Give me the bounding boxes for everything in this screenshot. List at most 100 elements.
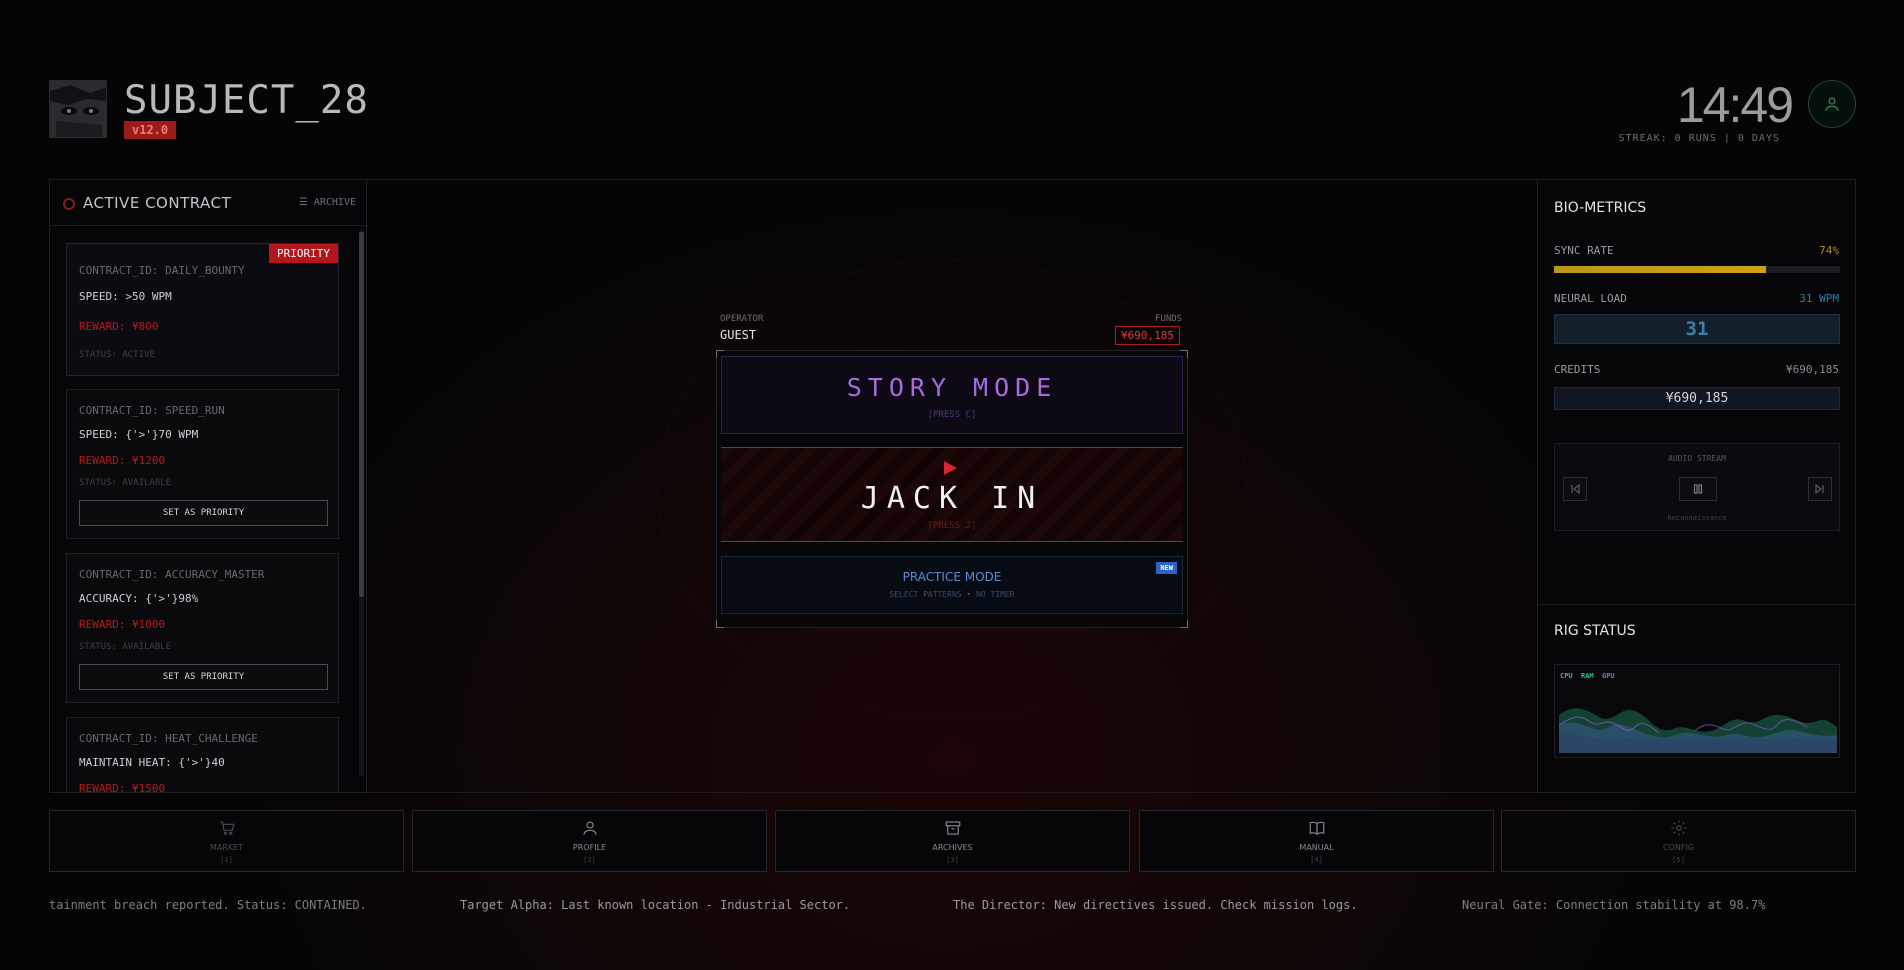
biometrics-panel: BIO-METRICS SYNC RATE 74% NEURAL LOAD 31… <box>1537 179 1856 793</box>
sync-rate-bar <box>1554 266 1840 273</box>
contracts-scrollbar[interactable] <box>359 230 364 776</box>
previous-track-button[interactable] <box>1563 477 1587 501</box>
contract-reward: REWARD: ¥800 <box>79 320 159 333</box>
version-badge: v12.0 <box>124 121 177 139</box>
nav-label: MARKET <box>209 843 244 852</box>
archive-label: ARCHIVE <box>313 197 356 208</box>
story-mode-label: STORY MODE <box>846 373 1058 402</box>
nav-archives[interactable]: ARCHIVES [3] <box>775 810 1130 872</box>
neural-load-label: NEURAL LOAD <box>1554 292 1627 305</box>
set-priority-button[interactable]: SET AS PRIORITY <box>79 664 328 690</box>
nav-key: [3] <box>946 856 959 864</box>
corner-mark <box>716 620 724 628</box>
header: SUBJECT_28 v12.0 14:49 STREAK: 0 RUNS | … <box>49 77 1856 150</box>
story-mode-key: [PRESS C] <box>927 410 977 420</box>
ticker-item: Target Alpha: Last known location - Indu… <box>460 898 851 912</box>
user-profile-button[interactable] <box>1808 80 1856 128</box>
practice-mode-label: PRACTICE MODE <box>902 570 1002 584</box>
contract-requirement: SPEED: >50 WPM <box>79 290 172 303</box>
book-icon <box>1309 821 1324 836</box>
contracts-title: ACTIVE CONTRACT <box>83 194 232 212</box>
contract-reward: REWARD: ¥1500 <box>79 782 166 793</box>
rig-waveform <box>1558 708 1837 753</box>
nav-manual[interactable]: MANUAL [4] <box>1139 810 1494 872</box>
funds-value: ¥690,185 <box>1115 326 1180 345</box>
contract-id: CONTRACT_ID: DAILY_BOUNTY <box>79 264 245 277</box>
nav-key: [4] <box>1310 856 1323 864</box>
contract-card-heat-challenge: CONTRACT_ID: HEAT_CHALLENGE MAINTAIN HEA… <box>66 717 339 793</box>
nav-key: [5] <box>1672 856 1685 864</box>
operator-label: OPERATOR <box>720 314 764 324</box>
jack-in-key: [PRESS J] <box>927 521 977 531</box>
practice-mode-button[interactable]: NEW PRACTICE MODE SELECT PATTERNS • NO T… <box>721 556 1183 614</box>
contract-requirement: SPEED: {'>'}70 WPM <box>79 428 199 441</box>
subject-avatar <box>49 80 107 138</box>
contract-card-accuracy-master: CONTRACT_ID: ACCURACY_MASTER ACCURACY: {… <box>66 553 339 703</box>
sync-rate-label: SYNC RATE <box>1554 244 1614 257</box>
next-track-button[interactable] <box>1808 477 1832 501</box>
jack-in-label: JACK IN <box>860 481 1044 516</box>
nav-market[interactable]: MARKET [1] <box>49 810 404 872</box>
credits-value: ¥690,185 <box>1786 363 1839 376</box>
contract-id: CONTRACT_ID: ACCURACY_MASTER <box>79 568 265 581</box>
news-ticker: tainment breach reported. Status: CONTAI… <box>49 898 1856 916</box>
contract-status: STATUS: AVAILABLE <box>79 642 172 652</box>
contract-card-daily-bounty[interactable]: PRIORITY CONTRACT_ID: DAILY_BOUNTY SPEED… <box>66 243 339 376</box>
contract-reward: REWARD: ¥1200 <box>79 454 166 467</box>
track-name: Reconnaissance <box>1667 514 1727 522</box>
set-priority-button[interactable]: SET AS PRIORITY <box>79 500 328 526</box>
app-title: SUBJECT_28 <box>124 78 369 123</box>
divider <box>1538 604 1855 605</box>
contract-id: CONTRACT_ID: SPEED_RUN <box>79 404 225 417</box>
contracts-header: ACTIVE CONTRACT ☰ ARCHIVE <box>50 180 366 226</box>
nav-label: ARCHIVES <box>932 843 973 852</box>
nav-label: PROFILE <box>572 843 607 852</box>
neural-load-display: 31 <box>1554 314 1840 344</box>
pause-icon <box>1693 484 1703 494</box>
skip-forward-icon <box>1815 483 1824 495</box>
gear-icon <box>1671 820 1686 836</box>
ticker-item: tainment breach reported. Status: CONTAI… <box>49 898 367 912</box>
clock: 14:49 <box>1676 77 1794 133</box>
neural-load-value: 31 WPM <box>1799 292 1839 305</box>
nav-profile[interactable]: PROFILE [2] <box>412 810 767 872</box>
contract-requirement: MAINTAIN HEAT: {'>'}40 <box>79 756 225 769</box>
rig-status-graph: CPU RAM GPU <box>1554 664 1840 758</box>
audio-stream-player: AUDIO STREAM Reconnaissance <box>1554 443 1840 531</box>
contract-status: STATUS: AVAILABLE <box>79 478 172 488</box>
nav-config[interactable]: CONFIG [5] <box>1501 810 1856 872</box>
cart-icon <box>219 821 234 835</box>
jack-in-button[interactable]: JACK IN [PRESS J] <box>721 447 1183 542</box>
scrollbar-thumb[interactable] <box>359 232 364 597</box>
app-root: SUBJECT_28 v12.0 14:49 STREAK: 0 RUNS | … <box>0 0 1904 970</box>
nav-label: MANUAL <box>1299 843 1334 852</box>
ticker-item: Neural Gate: Connection stability at 98.… <box>1462 898 1766 912</box>
contracts-panel: ACTIVE CONTRACT ☰ ARCHIVE PRIORITY CONTR… <box>49 179 367 793</box>
ticker-item: The Director: New directives issued. Che… <box>953 898 1358 912</box>
contract-requirement: ACCURACY: {'>'}98% <box>79 592 199 605</box>
user-icon <box>1825 97 1839 111</box>
credits-label: CREDITS <box>1554 363 1601 376</box>
funds-label: FUNDS <box>1155 314 1183 324</box>
operator-name: GUEST <box>720 328 757 342</box>
contract-status: STATUS: ACTIVE <box>79 350 155 360</box>
sync-rate-fill <box>1554 266 1766 273</box>
nav-key: [2] <box>583 856 596 864</box>
pause-button[interactable] <box>1679 477 1717 501</box>
credits-display: ¥690,185 <box>1554 387 1840 410</box>
sync-rate-value: 74% <box>1819 244 1839 257</box>
skip-back-icon <box>1571 483 1580 495</box>
corner-mark <box>1180 620 1188 628</box>
user-icon <box>582 821 597 835</box>
archive-icon <box>945 821 960 835</box>
play-icon <box>944 461 957 475</box>
priority-badge: PRIORITY <box>269 244 338 263</box>
contract-card-speed-run: CONTRACT_ID: SPEED_RUN SPEED: {'>'}70 WP… <box>66 389 339 539</box>
practice-mode-sub: SELECT PATTERNS • NO TIMER <box>889 590 1015 599</box>
audio-stream-title: AUDIO STREAM <box>1668 454 1726 463</box>
story-mode-button[interactable]: STORY MODE [PRESS C] <box>721 356 1183 434</box>
archive-link[interactable]: ☰ ARCHIVE <box>299 197 356 208</box>
nav-label: CONFIG <box>1662 843 1695 852</box>
status-dot-icon <box>63 198 75 210</box>
biometrics-title: BIO-METRICS <box>1554 200 1647 216</box>
